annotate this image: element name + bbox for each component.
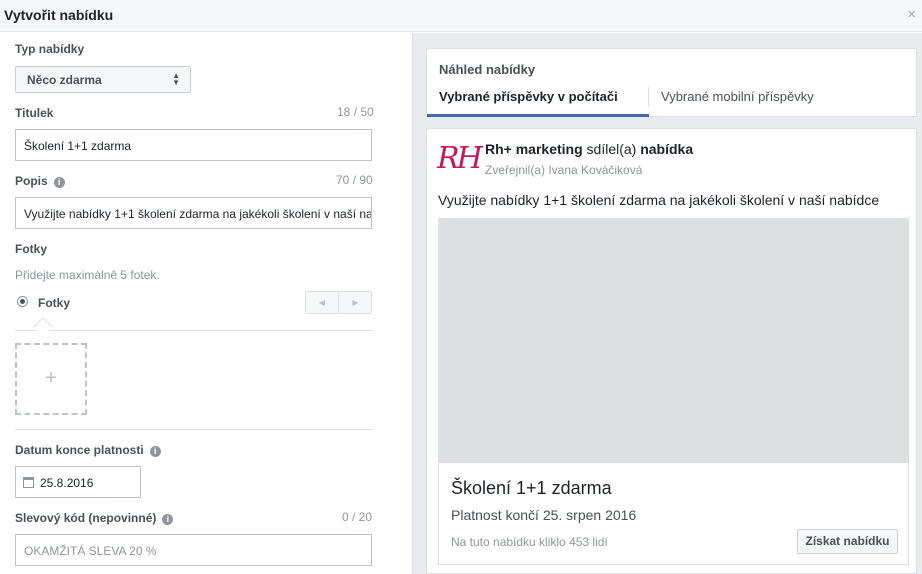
calendar-icon <box>23 477 34 488</box>
dialog-title: Vytvořit nabídku <box>4 7 114 23</box>
info-icon[interactable]: i <box>149 446 161 457</box>
published-by: Zveřejnil(a) Ivana Kováčiková <box>485 163 643 177</box>
offer-title: Školení 1+1 zdarma <box>451 478 612 498</box>
tab-desktop-feed[interactable]: Vybrané příspěvky v počítači <box>439 89 618 104</box>
preview-panel: Náhled nabídky Vybrané příspěvky v počít… <box>412 33 922 574</box>
chevron-right-icon[interactable]: ▶ <box>339 292 372 313</box>
page-logo: RH <box>437 141 483 176</box>
expiry-date-input[interactable]: 25.8.2016 <box>15 466 141 498</box>
post-author-line: Rh+ marketing sdílel(a) nabídka <box>485 141 693 157</box>
expiry-label: Datum konce platnosti i <box>15 443 161 457</box>
offer-details: Školení 1+1 zdarma Platnost končí 25. sr… <box>438 463 909 565</box>
offer-type-value: Něco zdarma <box>27 73 102 87</box>
description-input[interactable]: Využijte nabídky 1+1 školení zdarma na j… <box>15 197 372 229</box>
close-icon[interactable]: × <box>907 6 916 23</box>
description-label: Popis i <box>15 174 65 188</box>
preview-title: Náhled nabídky <box>439 62 536 77</box>
title-counter: 18 / 50 <box>337 105 374 119</box>
post-preview: RH Rh+ marketing sdílel(a) nabídka Zveře… <box>426 128 917 574</box>
promo-label: Slevový kód (nepovinné) i <box>15 511 174 525</box>
chevron-left-icon[interactable]: ◀ <box>306 292 339 313</box>
photos-radio[interactable] <box>17 296 28 307</box>
info-icon[interactable]: i <box>53 177 65 188</box>
divider <box>15 330 372 331</box>
photos-label: Fotky <box>15 242 48 256</box>
offer-validity: Platnost končí 25. srpen 2016 <box>451 507 637 523</box>
type-label: Typ nabídky <box>15 42 85 56</box>
active-tab-indicator <box>427 114 649 117</box>
tab-mobile-feed[interactable]: Vybrané mobilní příspěvky <box>661 89 814 104</box>
photos-radio-label: Fotky <box>38 296 71 310</box>
title-input[interactable]: Školení 1+1 zdarma <box>15 129 372 161</box>
shared-text: sdílel(a) <box>586 141 637 157</box>
shared-object: nabídka <box>640 141 694 157</box>
tab-notch <box>33 317 53 337</box>
promo-counter: 0 / 20 <box>342 510 373 524</box>
post-text: Využijte nabídky 1+1 školení zdarma na j… <box>438 192 880 208</box>
get-offer-button[interactable]: Získat nabídku <box>797 529 898 554</box>
offer-image-placeholder <box>438 218 909 463</box>
divider <box>15 429 372 430</box>
promo-code-input[interactable]: OKAMŽITÁ SLEVA 20 % <box>15 534 372 566</box>
preview-header-card: Náhled nabídky Vybrané příspěvky v počít… <box>426 48 918 117</box>
offer-form: Typ nabídky Něco zdarma ▲ ▼ Titulek 18 / … <box>0 33 386 574</box>
description-label-text: Popis <box>15 174 48 188</box>
expiry-label-text: Datum konce platnosti <box>15 443 144 457</box>
offer-type-select[interactable]: Něco zdarma ▲ ▼ <box>15 66 191 93</box>
info-icon[interactable]: i <box>162 514 174 525</box>
add-photo-button[interactable]: + <box>15 343 87 415</box>
select-arrows-icon: ▲ ▼ <box>172 71 180 87</box>
expiry-date-value: 25.8.2016 <box>40 476 94 490</box>
tab-separator <box>648 87 649 107</box>
promo-label-text: Slevový kód (nepovinné) <box>15 511 157 525</box>
photo-pager: ◀ ▶ <box>305 291 372 314</box>
dialog-titlebar: Vytvořit nabídku × <box>0 0 922 32</box>
title-label: Titulek <box>15 106 54 120</box>
page-name: Rh+ marketing <box>485 141 583 157</box>
offer-click-count: Na tuto nabídku kliklo 453 lidí <box>451 535 608 549</box>
photos-hint: Přidejte maximálně 5 fotek. <box>15 268 160 282</box>
description-counter: 70 / 90 <box>336 173 373 187</box>
